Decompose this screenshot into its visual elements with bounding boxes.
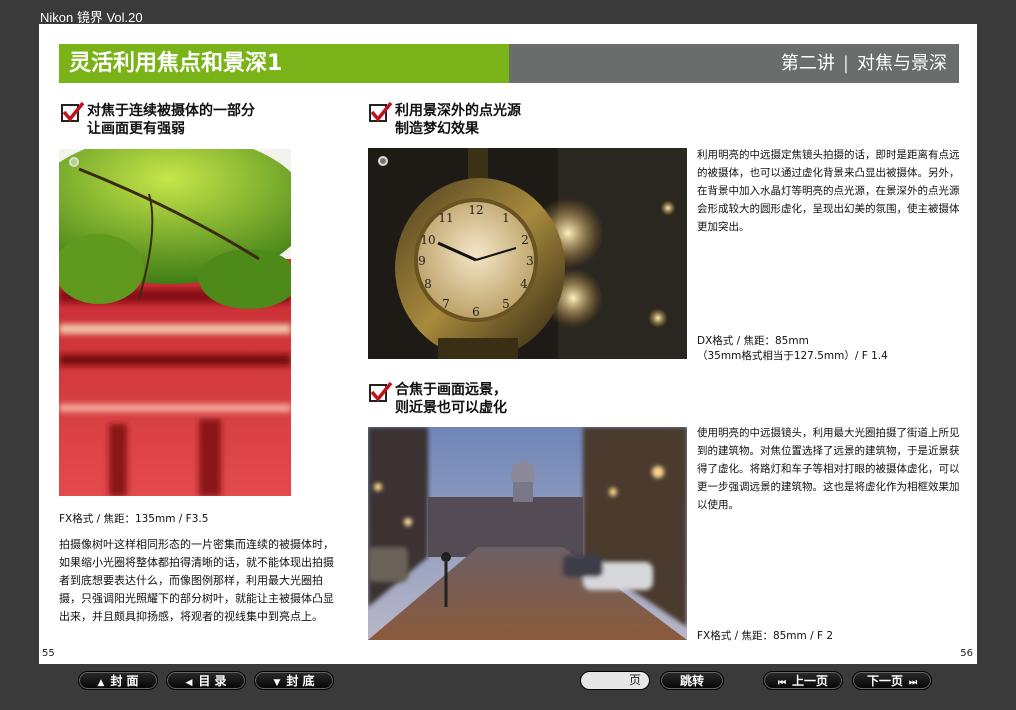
check-icon: [61, 101, 85, 122]
right-bottom-caption: FX格式 / 焦距：85mm / F 2: [697, 630, 834, 642]
lecture-header: 第二讲 | 对焦与景深: [509, 44, 959, 83]
page-number-left: 55: [42, 648, 55, 659]
back-cover-button[interactable]: ▼ 封 底: [254, 671, 334, 690]
svg-text:5: 5: [502, 297, 510, 311]
maple-photo: [59, 149, 291, 496]
check-icon: [369, 101, 393, 122]
right-top-caption: DX格式 / 焦距：85mm （35mm格式相当于127.5mm）/ F 1.4: [697, 335, 888, 362]
svg-text:10: 10: [420, 233, 435, 247]
arrow-left-icon: ◀: [185, 678, 193, 688]
svg-text:6: 6: [472, 305, 480, 319]
photo-marker-icon: [69, 157, 79, 167]
page-title: 灵活利用焦点和景深1: [59, 44, 509, 83]
toc-button[interactable]: ◀ 目 录: [166, 671, 246, 690]
header-divider: |: [842, 53, 849, 74]
lecture-number: 第二讲: [780, 53, 835, 74]
right-top-section-title: 利用景深外的点光源 制造梦幻效果: [395, 103, 521, 137]
check-icon: [369, 381, 393, 402]
page-number-right: 56: [960, 648, 973, 659]
arrow-down-icon: ▼: [273, 678, 281, 688]
page-suffix-label: 页: [628, 673, 641, 687]
right-bottom-body-text: 使用明亮的中远摄镜头，利用最大光圈拍摄了街道上所见到的建筑物。对焦位置选择了远景…: [697, 427, 960, 511]
page-number-input[interactable]: 页: [580, 671, 650, 690]
clock-photo: 12 1 2 3 45 6 78 9 10 11: [368, 148, 687, 359]
svg-text:3: 3: [526, 254, 534, 268]
next-page-button[interactable]: 下一页 ⏭: [852, 671, 932, 690]
street-photo: [368, 427, 687, 640]
lecture-topic: 对焦与景深: [857, 53, 947, 74]
left-body-text: 拍摄像树叶这样相同形态的一片密集而连续的被摄体时，如果缩小光圈将整体都拍得清晰的…: [59, 538, 334, 623]
svg-text:1: 1: [502, 211, 510, 225]
right-bottom-section-title: 合焦于画面远景， 则近景也可以虚化: [395, 382, 507, 416]
svg-text:11: 11: [438, 211, 453, 225]
cover-button[interactable]: ▲ 封 面: [78, 671, 158, 690]
left-section-title: 对焦于连续被摄体的一部分 让画面更有强弱: [87, 103, 255, 137]
svg-text:2: 2: [521, 233, 529, 247]
magazine-spread: 灵活利用焦点和景深1 第二讲 | 对焦与景深 对焦于连续被摄体的一部分 让画面更有强…: [39, 24, 977, 664]
photo-marker-icon: [378, 156, 388, 166]
svg-text:8: 8: [424, 277, 432, 291]
right-top-body-text: 利用明亮的中远摄定焦镜头拍摄的话，即时是距离有点远的被摄体，也可以通过虚化背景来…: [697, 149, 960, 233]
svg-text:9: 9: [418, 254, 426, 268]
arrow-up-icon: ▲: [97, 678, 105, 688]
left-caption: FX格式 / 焦距：135mm / F3.5: [59, 513, 209, 525]
jump-button[interactable]: 跳转: [660, 671, 724, 690]
skip-back-icon: ⏮: [777, 678, 787, 688]
svg-text:12: 12: [468, 203, 483, 217]
svg-text:7: 7: [442, 297, 450, 311]
skip-forward-icon: ⏭: [908, 678, 918, 688]
svg-text:4: 4: [520, 277, 528, 291]
prev-page-button[interactable]: ⏮ 上一页: [763, 671, 843, 690]
